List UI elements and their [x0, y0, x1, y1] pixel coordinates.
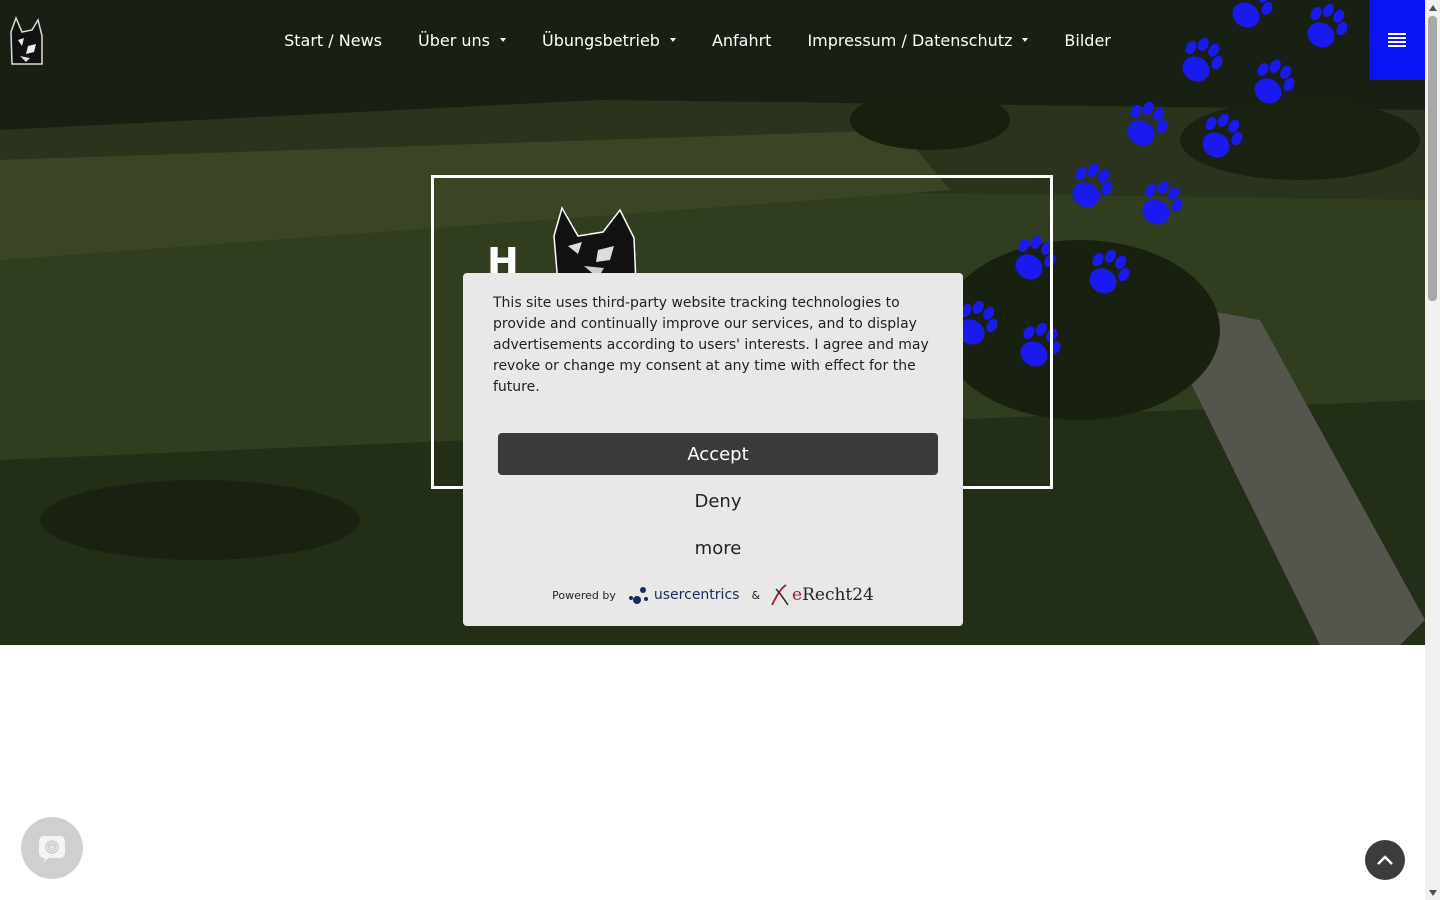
scroll-up-arrow-icon[interactable] — [1425, 0, 1440, 15]
main-nav: Start / News Über uns Übungsbetrieb Anfa… — [0, 0, 1425, 80]
fingerprint-icon — [39, 836, 65, 862]
erecht24-logo-icon — [771, 584, 789, 606]
scrollbar-thumb[interactable] — [1428, 16, 1437, 301]
scroll-down-arrow-icon[interactable] — [1425, 885, 1440, 900]
deny-button[interactable]: Deny — [498, 483, 938, 519]
nav-item-label: Anfahrt — [711, 30, 772, 50]
hamburger-icon — [1388, 31, 1406, 49]
more-button[interactable]: more — [498, 530, 938, 566]
chevron-up-icon — [1377, 855, 1393, 865]
usercentrics-label: usercentrics — [653, 587, 740, 603]
privacy-settings-button[interactable] — [21, 817, 83, 879]
caret-down-icon — [1022, 38, 1029, 42]
nav-item-label: Über uns — [418, 30, 490, 50]
erecht24-label-rest: Recht24 — [802, 585, 874, 605]
accept-button[interactable]: Accept — [498, 433, 938, 475]
ampersand: & — [751, 588, 761, 602]
usercentrics-logo-icon — [628, 587, 648, 604]
caret-down-icon — [500, 38, 506, 42]
top-navigation-bar: Start / News Über uns Übungsbetrieb Anfa… — [0, 0, 1425, 80]
usercentrics-link[interactable]: usercentrics — [628, 584, 740, 606]
cookie-consent-dialog: This site uses third-party website track… — [463, 273, 963, 626]
erecht24-label-e: e — [792, 585, 803, 605]
caret-down-icon — [669, 38, 676, 42]
nav-item-label: Bilder — [1064, 30, 1111, 50]
nav-item-uebungsbetrieb[interactable]: Übungsbetrieb — [524, 0, 694, 80]
nav-item-anfahrt[interactable]: Anfahrt — [694, 0, 790, 80]
nav-item-label: Impressum / Datenschutz — [807, 30, 1013, 50]
consent-message: This site uses third-party website track… — [493, 295, 929, 395]
page-scrollbar[interactable] — [1425, 0, 1440, 900]
nav-item-label: Start / News — [284, 30, 382, 50]
menu-toggle-button[interactable] — [1369, 0, 1425, 80]
nav-item-bilder[interactable]: Bilder — [1046, 0, 1128, 80]
nav-item-label: Übungsbetrieb — [542, 30, 660, 50]
powered-by-label: Powered by — [552, 588, 616, 602]
powered-by-row: Powered by usercentrics & e Recht24 — [463, 581, 963, 609]
nav-item-impressum[interactable]: Impressum / Datenschutz — [789, 0, 1046, 80]
scroll-to-top-button[interactable] — [1365, 840, 1405, 880]
nav-item-start-news[interactable]: Start / News — [266, 0, 400, 80]
nav-item-ueber-uns[interactable]: Über uns — [400, 0, 524, 80]
erecht24-link[interactable]: e Recht24 — [770, 583, 874, 607]
